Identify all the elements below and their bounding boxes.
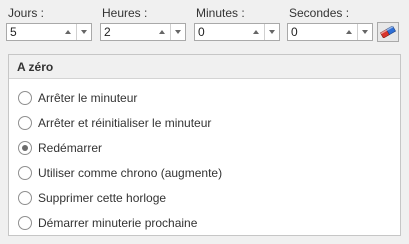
reset-button[interactable] xyxy=(377,22,399,42)
days-label: Jours : xyxy=(8,6,45,20)
days-spinner[interactable]: 5 xyxy=(6,23,92,41)
radio-restart[interactable]: Redémarrer xyxy=(18,135,222,160)
radio-button[interactable] xyxy=(18,190,32,205)
seconds-increment-button[interactable] xyxy=(342,24,356,40)
hours-increment-button[interactable] xyxy=(155,24,169,40)
triangle-up-icon xyxy=(65,30,71,34)
radio-button[interactable] xyxy=(18,115,32,130)
radio-button[interactable] xyxy=(18,90,32,105)
seconds-field: Secondes : 0 xyxy=(287,6,373,41)
radio-label[interactable]: Redémarrer xyxy=(38,141,102,155)
triangle-up-icon xyxy=(346,30,352,34)
radio-use-as-stopwatch[interactable]: Utiliser comme chrono (augmente) xyxy=(18,160,222,185)
seconds-value[interactable]: 0 xyxy=(291,24,298,40)
minutes-dropdown-button[interactable] xyxy=(264,24,279,40)
radio-delete-clock[interactable]: Supprimer cette horloge xyxy=(18,185,222,210)
minutes-label: Minutes : xyxy=(196,6,245,20)
radio-button[interactable] xyxy=(18,165,32,180)
minutes-spinner[interactable]: 0 xyxy=(194,23,280,41)
on-zero-options: Arrêter le minuteur Arrêter et réinitial… xyxy=(18,85,222,235)
days-dropdown-button[interactable] xyxy=(76,24,91,40)
triangle-down-icon xyxy=(362,30,368,34)
minutes-field: Minutes : 0 xyxy=(194,6,280,41)
hours-value[interactable]: 2 xyxy=(104,24,111,40)
triangle-up-icon xyxy=(253,30,259,34)
radio-label[interactable]: Supprimer cette horloge xyxy=(38,191,166,205)
radio-label[interactable]: Démarrer minuterie prochaine xyxy=(38,216,197,230)
hours-spinner[interactable]: 2 xyxy=(100,23,186,41)
hours-field: Heures : 2 xyxy=(100,6,186,41)
triangle-down-icon xyxy=(81,30,87,34)
days-value[interactable]: 5 xyxy=(10,24,17,40)
radio-stop-timer[interactable]: Arrêter le minuteur xyxy=(18,85,222,110)
radio-label[interactable]: Arrêter le minuteur xyxy=(38,91,137,105)
seconds-spinner[interactable]: 0 xyxy=(287,23,373,41)
radio-label[interactable]: Utiliser comme chrono (augmente) xyxy=(38,166,222,180)
minutes-value[interactable]: 0 xyxy=(198,24,205,40)
triangle-down-icon xyxy=(269,30,275,34)
group-title: A zéro xyxy=(9,55,400,79)
minutes-increment-button[interactable] xyxy=(249,24,263,40)
hours-dropdown-button[interactable] xyxy=(170,24,185,40)
hours-label: Heures : xyxy=(102,6,148,20)
radio-button[interactable] xyxy=(18,140,32,155)
radio-button[interactable] xyxy=(18,215,32,230)
triangle-up-icon xyxy=(159,30,165,34)
seconds-label: Secondes : xyxy=(289,6,350,20)
on-zero-group: A zéro Arrêter le minuteur Arrêter et ré… xyxy=(8,54,401,236)
radio-label[interactable]: Arrêter et réinitialiser le minuteur xyxy=(38,116,211,130)
days-field: Jours : 5 xyxy=(6,6,92,41)
seconds-dropdown-button[interactable] xyxy=(357,24,372,40)
days-increment-button[interactable] xyxy=(61,24,75,40)
radio-start-next-timer[interactable]: Démarrer minuterie prochaine xyxy=(18,210,222,235)
eraser-icon xyxy=(380,26,396,38)
triangle-down-icon xyxy=(175,30,181,34)
radio-dot-icon xyxy=(22,144,28,151)
radio-stop-reset-timer[interactable]: Arrêter et réinitialiser le minuteur xyxy=(18,110,222,135)
